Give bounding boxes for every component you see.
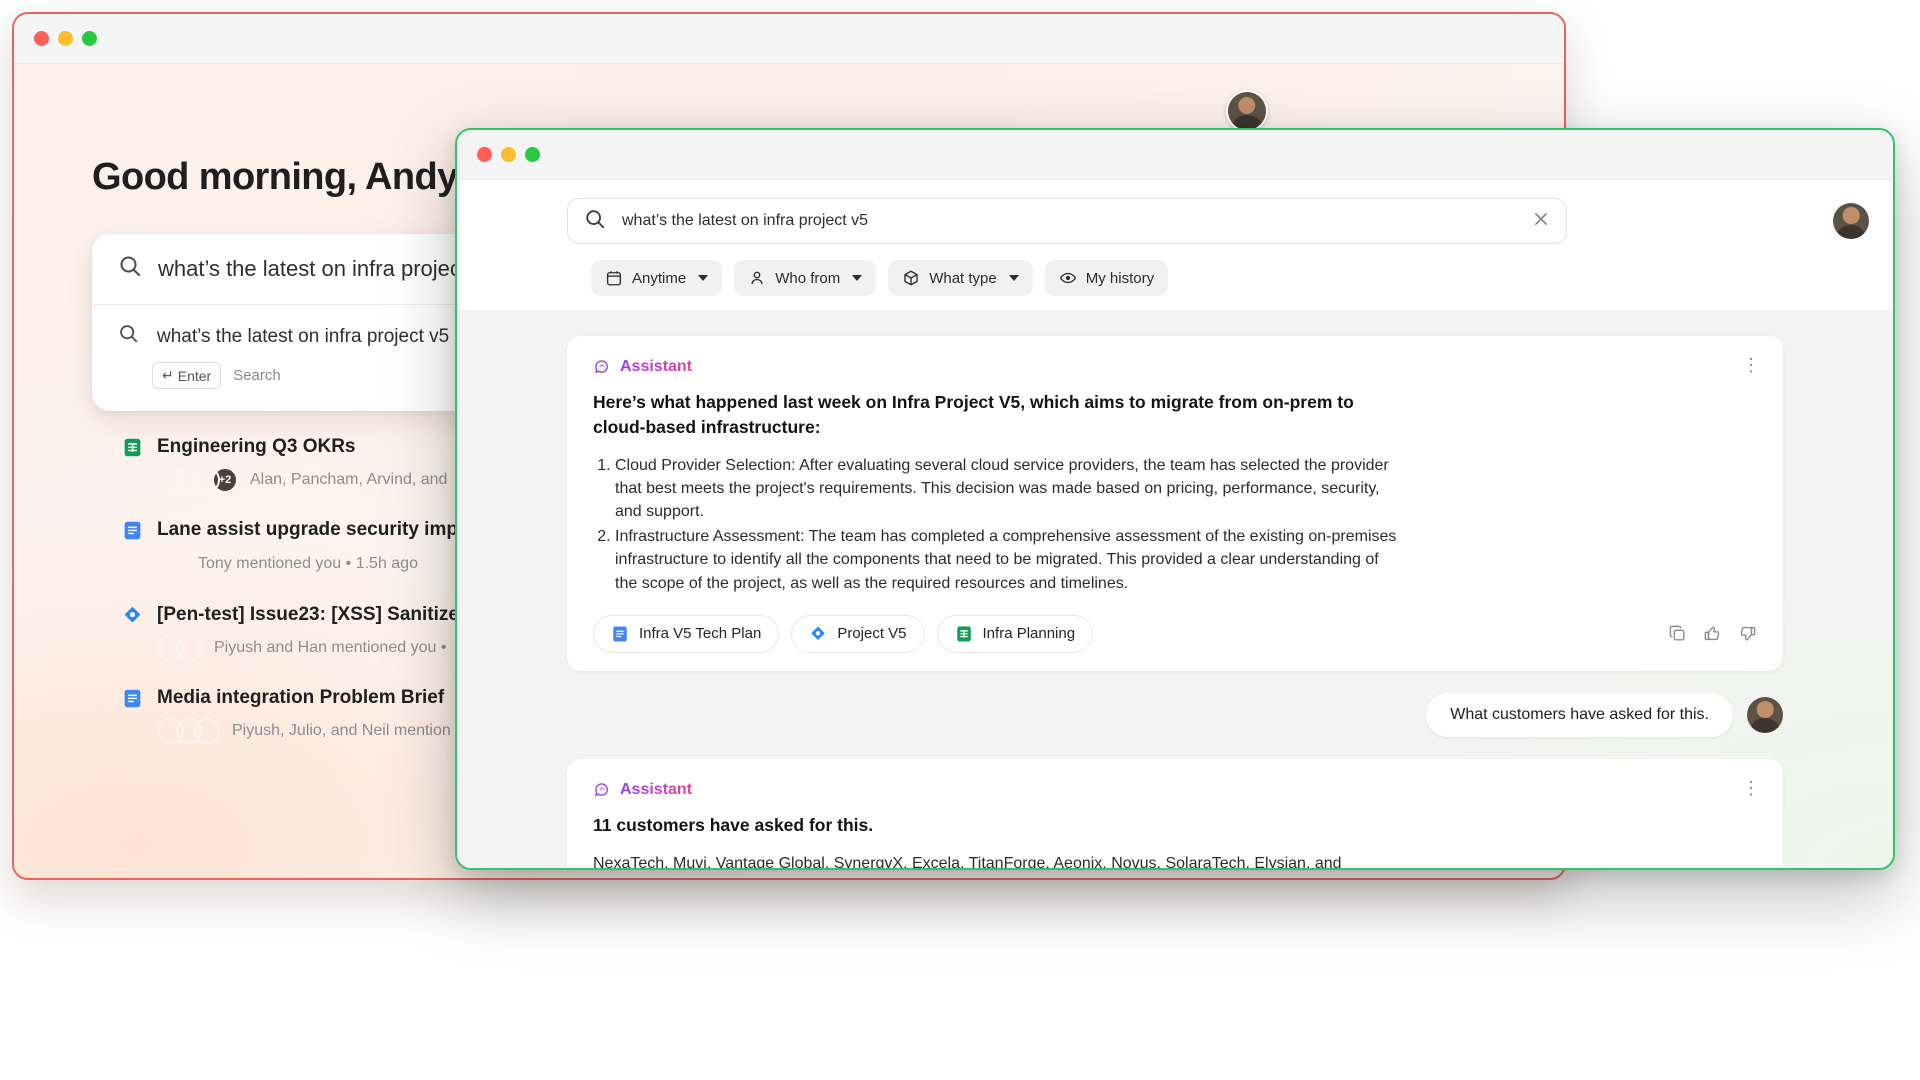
assistant-label: Assistant [620, 358, 693, 375]
assistant-icon [594, 783, 608, 797]
avatar [194, 718, 220, 744]
google-docs-icon [124, 521, 141, 539]
avatar-image [1833, 203, 1869, 239]
google-sheets-icon [956, 626, 971, 642]
avatar [176, 635, 202, 661]
thumbs-up-icon[interactable] [1703, 624, 1722, 643]
thumbs-down-icon[interactable] [1738, 624, 1757, 643]
avatar [194, 467, 220, 493]
assistant-label: Assistant [620, 780, 693, 798]
facepile [158, 718, 220, 744]
chevron-down-icon [1008, 275, 1019, 281]
search-input[interactable]: what’s the latest on infra project v5 [158, 256, 496, 282]
calendar-icon [606, 271, 622, 286]
maximize-button[interactable] [82, 31, 97, 46]
list-item: Infrastructure Assessment: The team has … [615, 525, 1405, 595]
filter-chip-what-type[interactable]: What type [888, 260, 1033, 296]
filter-label: Who from [775, 269, 841, 287]
facepile: +2 [158, 467, 238, 493]
assistant-summary: 11 customers have asked for this. [593, 814, 874, 835]
assistant-window-body: what’s the latest on infra project v5 An… [457, 180, 1893, 868]
filter-label: My history [1085, 269, 1155, 287]
assistant-header: what’s the latest on infra project v5 An… [457, 180, 1893, 310]
enter-key-label: Enter [177, 367, 212, 384]
search-hint-label: Search [233, 367, 281, 384]
assistant-message-card: ⋮ Assistant 11 customers have asked for … [567, 758, 1783, 868]
page-title: Good morning, Andy [92, 156, 458, 198]
filter-label: What type [929, 269, 997, 287]
avatar-image [1228, 92, 1266, 130]
result-title: Engineering Q3 OKRs [157, 436, 356, 457]
search-input-value[interactable]: what’s the latest on infra project v5 [622, 212, 1516, 230]
maximize-button[interactable] [525, 147, 540, 162]
suggestion-label: what’s the latest on infra project v5 [157, 325, 450, 347]
user-message-row: What customers have asked for this. [567, 692, 1783, 737]
chevron-down-icon [852, 275, 863, 281]
google-sheets-icon [124, 438, 141, 456]
feedback-actions [1668, 624, 1757, 643]
facepile [158, 635, 202, 661]
search-input[interactable]: what’s the latest on infra project v5 [567, 198, 1567, 244]
front-user-avatar[interactable] [1833, 203, 1869, 239]
enter-key-badge: ↵ Enter [152, 362, 222, 389]
back-user-avatar[interactable] [1226, 90, 1268, 132]
user-message: What customers have asked for this. [1426, 692, 1733, 737]
filter-chip-my-history[interactable]: My history [1044, 260, 1169, 296]
assistant-search-row: what’s the latest on infra project v5 [481, 198, 1869, 244]
result-title: Media integration Problem Brief [157, 687, 445, 708]
result-meta: Piyush, Julio, and Neil mention [232, 722, 451, 739]
filter-chip-anytime[interactable]: Anytime [591, 260, 723, 296]
avatar-image [1747, 696, 1783, 733]
source-label: Project V5 [837, 625, 907, 643]
conversation-thread: ⋮ Assistant Here’s what happened last we… [457, 310, 1893, 868]
search-icon [584, 208, 606, 235]
source-label: Infra Planning [982, 625, 1076, 643]
source-chip[interactable]: Infra Planning [936, 614, 1094, 653]
clear-icon[interactable] [1532, 210, 1550, 233]
cube-icon [904, 270, 918, 286]
source-label: Infra V5 Tech Plan [639, 625, 762, 643]
assistant-summary: Here’s what happened last week on Infra … [593, 392, 1354, 437]
enter-arrow-icon: ↵ [162, 367, 174, 383]
jira-icon [124, 606, 141, 622]
assistant-list: Cloud Provider Selection: After evaluati… [615, 454, 1757, 595]
minimize-button[interactable] [58, 31, 73, 46]
person-icon [751, 271, 763, 285]
chevron-down-icon [698, 275, 709, 281]
close-button[interactable] [34, 31, 49, 46]
google-docs-icon [613, 626, 627, 642]
source-chip[interactable]: Infra V5 Tech Plan [593, 614, 780, 653]
assistant-card-footer: Infra V5 Tech Plan Project V5 Infra Plan… [593, 614, 1757, 653]
assistant-message-card: ⋮ Assistant Here’s what happened last we… [567, 336, 1783, 671]
result-meta: Piyush and Han mentioned you • [214, 639, 447, 656]
search-icon [118, 254, 142, 284]
assistant-badge: Assistant [593, 781, 692, 799]
assistant-badge: Assistant [593, 358, 692, 376]
source-chip[interactable]: Project V5 [791, 614, 925, 653]
avatar [158, 550, 186, 578]
more-options-icon[interactable]: ⋮ [1742, 779, 1761, 797]
source-chips: Infra V5 Tech Plan Project V5 Infra Plan… [593, 614, 1094, 653]
list-item: Cloud Provider Selection: After evaluati… [615, 454, 1405, 524]
close-button[interactable] [477, 147, 492, 162]
user-avatar[interactable] [1747, 696, 1783, 733]
result-meta: Tony mentioned you • 1.5h ago [198, 555, 418, 572]
assistant-icon [594, 360, 608, 374]
result-meta: Alan, Pancham, Arvind, and [250, 471, 448, 488]
filter-chips: Anytime Who from What type My history [591, 260, 1869, 296]
minimize-button[interactable] [501, 147, 516, 162]
assistant-body: NexaTech, Muvi, Vantage Global, SynergyX… [593, 854, 1342, 868]
screen: Good morning, Andy what’s the latest on … [0, 0, 1920, 1080]
filter-label: Anytime [632, 269, 687, 287]
google-docs-icon [124, 689, 141, 707]
jira-icon [811, 626, 826, 640]
copy-icon[interactable] [1668, 624, 1687, 643]
filter-chip-who-from[interactable]: Who from [734, 260, 877, 296]
assistant-window: what’s the latest on infra project v5 An… [455, 128, 1895, 870]
search-icon [118, 323, 139, 350]
eye-icon [1059, 272, 1077, 284]
front-window-titlebar [457, 130, 1893, 180]
more-options-icon[interactable]: ⋮ [1742, 356, 1761, 374]
back-window-titlebar [14, 14, 1564, 64]
